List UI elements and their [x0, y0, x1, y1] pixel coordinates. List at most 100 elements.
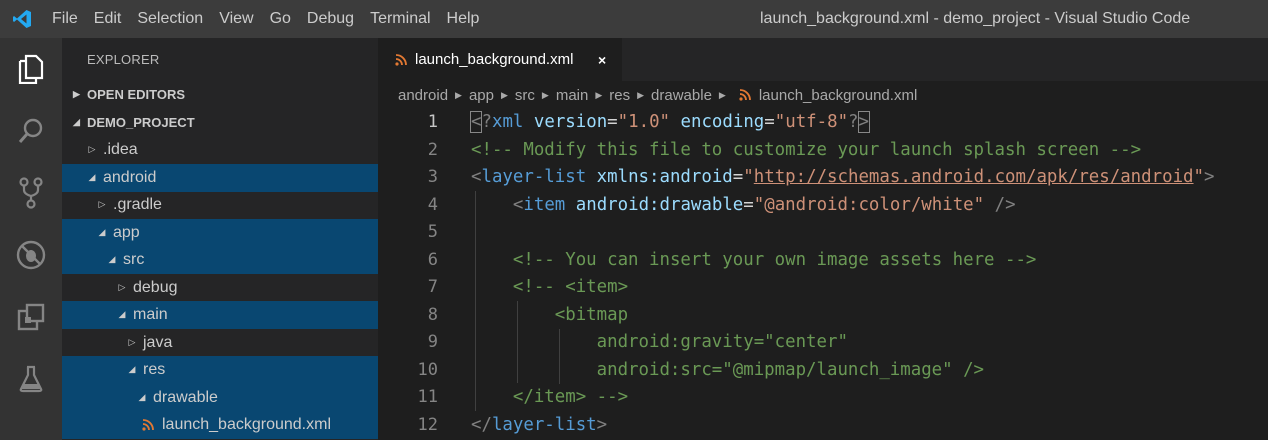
window-title: launch_background.xml - demo_project - V…	[760, 10, 1191, 27]
rss-file-icon	[739, 89, 751, 101]
code-text: android:src="@mipmap/launch_image" />	[596, 359, 985, 380]
chevron-right-icon: ▷	[118, 282, 126, 293]
tree-item-launch-background[interactable]: launch_background.xml	[62, 411, 378, 439]
menu-terminal[interactable]: Terminal	[362, 0, 438, 38]
menu-bar: File Edit Selection View Go Debug Termin…	[44, 0, 487, 38]
debug-icon[interactable]	[0, 224, 62, 286]
line-number: 10	[417, 359, 438, 380]
code-text: <!-- You can insert your own image asset…	[512, 249, 1037, 270]
tree-item-label: main	[133, 305, 168, 323]
tree-item-app[interactable]: ◢ app	[62, 219, 378, 247]
breadcrumb-item[interactable]: main	[556, 87, 589, 104]
breadcrumb-item[interactable]: src	[515, 87, 535, 104]
code-line[interactable]: 8 <bitmap	[378, 302, 1268, 330]
code-line[interactable]: 9 android:gravity="center"	[378, 329, 1268, 357]
chevron-right-icon: ▶	[501, 89, 508, 100]
breadcrumb-item[interactable]: drawable	[651, 87, 712, 104]
tree-item-gradle[interactable]: ▷ .gradle	[62, 191, 378, 219]
menu-debug[interactable]: Debug	[299, 0, 362, 38]
code-line[interactable]: 10 android:src="@mipmap/launch_image" />	[378, 357, 1268, 385]
chevron-right-icon: ▷	[98, 199, 106, 210]
code-line[interactable]: 5	[378, 219, 1268, 247]
source-control-icon[interactable]	[0, 162, 62, 224]
chevron-right-icon: ▶	[595, 89, 603, 100]
vscode-logo-icon	[0, 0, 44, 38]
line-number: 3	[427, 167, 438, 187]
menu-help[interactable]: Help	[439, 0, 488, 38]
code-line[interactable]: 7 <!-- <item>	[378, 274, 1268, 302]
line-number: 4	[427, 194, 438, 215]
chevron-down-icon: ◢	[73, 117, 80, 127]
project-section[interactable]: ◢ DEMO_PROJECT	[62, 109, 378, 136]
tree-item-main[interactable]: ◢ main	[62, 301, 378, 329]
chevron-down-icon: ◢	[108, 254, 116, 265]
open-editors-section[interactable]: ▶ OPEN EDITORS	[62, 81, 378, 108]
close-icon[interactable]: ×	[598, 52, 606, 68]
code-text: <bitmap	[554, 304, 629, 325]
code-text: <!-- <item>	[512, 277, 629, 297]
chevron-down-icon: ◢	[128, 364, 136, 375]
chevron-down-icon: ◢	[118, 309, 126, 320]
code-line[interactable]: 2 <!-- Modify this file to customize your…	[378, 137, 1268, 165]
tree-item-idea[interactable]: ▷ .idea	[62, 136, 378, 164]
line-number: 11	[417, 387, 438, 407]
tree-item-label: .gradle	[113, 195, 162, 213]
code-text: <layer-list xmlns:android="http://schema…	[471, 167, 1215, 187]
menu-file[interactable]: File	[44, 0, 86, 38]
tree-item-src[interactable]: ◢ src	[62, 246, 378, 274]
code-text: </item> -->	[512, 387, 629, 407]
tree-item-drawable[interactable]: ◢ drawable	[62, 384, 378, 412]
line-number: 1	[427, 112, 438, 132]
line-number: 2	[427, 139, 438, 160]
chevron-down-icon: ◢	[138, 392, 146, 403]
menu-selection[interactable]: Selection	[129, 0, 211, 38]
menu-edit[interactable]: Edit	[86, 0, 130, 38]
code-text: <item android:drawable="@android:color/w…	[512, 194, 1016, 215]
menu-go[interactable]: Go	[262, 0, 299, 38]
line-number: 6	[427, 249, 438, 270]
extensions-icon[interactable]	[0, 286, 62, 348]
tree-item-label: .idea	[103, 140, 138, 158]
breadcrumb-item[interactable]: launch_background.xml	[759, 87, 917, 104]
tree-item-label: res	[143, 360, 166, 378]
test-icon[interactable]	[0, 348, 62, 410]
breadcrumb-item[interactable]: res	[609, 87, 630, 104]
explorer-title: EXPLORER	[87, 52, 160, 67]
tree-item-res[interactable]: ◢ res	[62, 356, 378, 384]
code-text: android:gravity="center"	[596, 332, 848, 352]
breadcrumb-item[interactable]: android	[398, 87, 448, 104]
search-icon[interactable]	[0, 100, 62, 162]
chevron-right-icon: ▷	[128, 337, 136, 348]
code-line[interactable]: 3 <layer-list xmlns:android="http://schem…	[378, 164, 1268, 192]
tab-label: launch_background.xml	[415, 51, 574, 68]
code-line[interactable]: 1 <?xml version="1.0" encoding="utf-8"?>	[378, 109, 1268, 137]
line-number: 8	[427, 304, 438, 325]
tree-item-label: debug	[133, 278, 178, 296]
chevron-right-icon: ▶	[73, 89, 80, 99]
code-text: <!-- Modify this file to customize your …	[471, 139, 1142, 160]
code-line[interactable]: 4 <item android:drawable="@android:color…	[378, 192, 1268, 220]
code-line[interactable]: 6 <!-- You can insert your own image ass…	[378, 247, 1268, 275]
tree-item-label: app	[113, 223, 140, 241]
tab-launch-background[interactable]: launch_background.xml ×	[378, 38, 622, 81]
tree-item-android[interactable]: ◢ android	[62, 164, 378, 192]
chevron-right-icon: ▶	[455, 89, 462, 100]
code-line[interactable]: 12 </layer-list>	[378, 412, 1268, 440]
chevron-right-icon: ▶	[637, 89, 645, 100]
code-editor[interactable]: 1 <?xml version="1.0" encoding="utf-8"?> 2…	[378, 109, 1268, 440]
open-editors-label: OPEN EDITORS	[87, 87, 186, 102]
tree-item-label: java	[143, 333, 173, 351]
tree-item-label: src	[123, 250, 145, 268]
tree-item-label: android	[103, 168, 157, 186]
menu-view[interactable]: View	[211, 0, 261, 38]
code-line[interactable]: 11 </item> -->	[378, 384, 1268, 412]
tree-item-java[interactable]: ▷ java	[62, 329, 378, 357]
line-number: 12	[417, 414, 438, 435]
breadcrumb: android ▶ app ▶ src ▶ main ▶ res ▶ drawa…	[378, 81, 1268, 109]
tab-bar: launch_background.xml ×	[378, 38, 1268, 81]
activity-bar	[0, 38, 62, 440]
explorer-icon[interactable]	[0, 38, 62, 100]
tree-item-debug[interactable]: ▷ debug	[62, 274, 378, 302]
breadcrumb-item[interactable]: app	[469, 87, 494, 104]
line-number: 5	[427, 222, 438, 242]
